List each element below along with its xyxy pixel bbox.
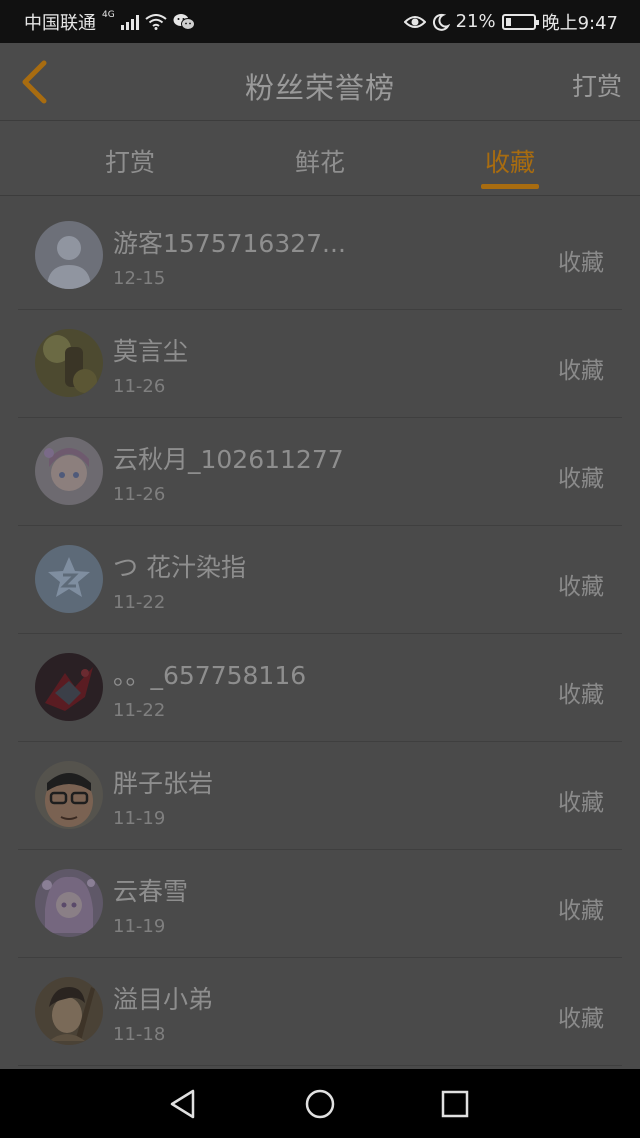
user-name: 游客1575716327... <box>113 229 346 258</box>
item-date: 12-15 <box>113 268 166 289</box>
avatar <box>35 437 103 505</box>
avatar <box>35 761 103 829</box>
list-item[interactable]: 云春雪 11-19 收藏 <box>18 850 622 958</box>
tab-favorites[interactable]: 收藏 <box>460 143 560 179</box>
nav-home-button[interactable] <box>303 1087 337 1121</box>
battery-icon <box>501 13 539 30</box>
action-label: 收藏 <box>558 790 604 816</box>
square-recents-icon <box>441 1090 469 1118</box>
clock: 晚上9:47 <box>541 12 618 34</box>
nav-recents-button[interactable] <box>438 1087 472 1121</box>
item-date: 11-26 <box>113 376 166 397</box>
action-label: 收藏 <box>558 898 604 924</box>
list-item[interactable]: 胖子张岩 11-19 收藏 <box>18 742 622 850</box>
moon-icon <box>432 13 450 31</box>
item-date: 11-26 <box>113 484 166 505</box>
action-label: 收藏 <box>558 574 604 600</box>
tab-bar: 打赏 鲜花 收藏 <box>0 121 640 196</box>
wifi-icon <box>145 13 167 30</box>
action-label: 收藏 <box>558 1006 604 1032</box>
avatar <box>35 545 103 613</box>
list-item[interactable]: つ 花汁染指 11-22 收藏 <box>18 526 622 634</box>
item-date: 11-22 <box>113 592 166 613</box>
wechat-icon <box>173 13 195 30</box>
action-label: 收藏 <box>558 466 604 492</box>
page-title: 粉丝荣誉榜 <box>244 71 395 105</box>
item-date: 11-22 <box>113 700 166 721</box>
item-date: 11-19 <box>113 808 166 829</box>
circle-home-icon <box>305 1089 335 1119</box>
list-item[interactable]: 云秋月_102611277 11-26 收藏 <box>18 418 622 526</box>
list-item[interactable]: 。。_657758116 11-22 收藏 <box>18 634 622 742</box>
action-label: 收藏 <box>558 682 604 708</box>
battery-percent: 21% <box>455 11 496 32</box>
app-header: 粉丝荣誉榜 打赏 <box>0 43 640 121</box>
triangle-back-icon <box>170 1089 195 1119</box>
list-item[interactable]: 莫言尘 11-26 收藏 <box>18 310 622 418</box>
avatar <box>35 221 103 289</box>
user-name: つ 花汁染指 <box>113 553 246 582</box>
user-name: 云秋月_102611277 <box>113 445 344 474</box>
user-name: 胖子张岩 <box>113 769 214 798</box>
avatar <box>35 977 103 1045</box>
avatar <box>35 653 103 721</box>
list-item[interactable]: 游客1575716327... 12-15 收藏 <box>18 202 622 310</box>
user-name: 云春雪 <box>113 877 189 906</box>
tab-reward[interactable]: 打赏 <box>80 143 180 179</box>
avatar <box>35 869 103 937</box>
signal-icon <box>120 14 139 30</box>
carrier-label: 中国联通 <box>24 12 96 34</box>
fan-list: 游客1575716327... 12-15 收藏 莫言尘 11-26 收藏 云秋… <box>0 202 640 1068</box>
reward-button[interactable]: 打赏 <box>572 67 622 103</box>
status-left: 中国联通 4G <box>24 9 195 35</box>
action-label: 收藏 <box>558 250 604 276</box>
user-name: 。。_657758116 <box>113 661 307 690</box>
nav-back-button[interactable] <box>166 1087 200 1121</box>
active-tab-indicator <box>481 184 539 189</box>
item-date: 11-18 <box>113 1024 166 1045</box>
network-type: 4G <box>102 9 115 20</box>
list-item[interactable]: 溢目小弟 11-18 收藏 <box>18 958 622 1066</box>
status-right: 21% 晚上9:47 <box>403 9 618 35</box>
status-bar: 中国联通 4G 21% 晚上9:47 <box>0 0 640 43</box>
system-nav-bar <box>0 1069 640 1138</box>
tab-flowers[interactable]: 鲜花 <box>270 143 370 179</box>
action-label: 收藏 <box>558 358 604 384</box>
user-name: 莫言尘 <box>113 337 189 366</box>
eye-comfort-icon <box>403 15 426 28</box>
avatar <box>35 329 103 397</box>
item-date: 11-19 <box>113 916 166 937</box>
user-name: 溢目小弟 <box>113 985 214 1014</box>
